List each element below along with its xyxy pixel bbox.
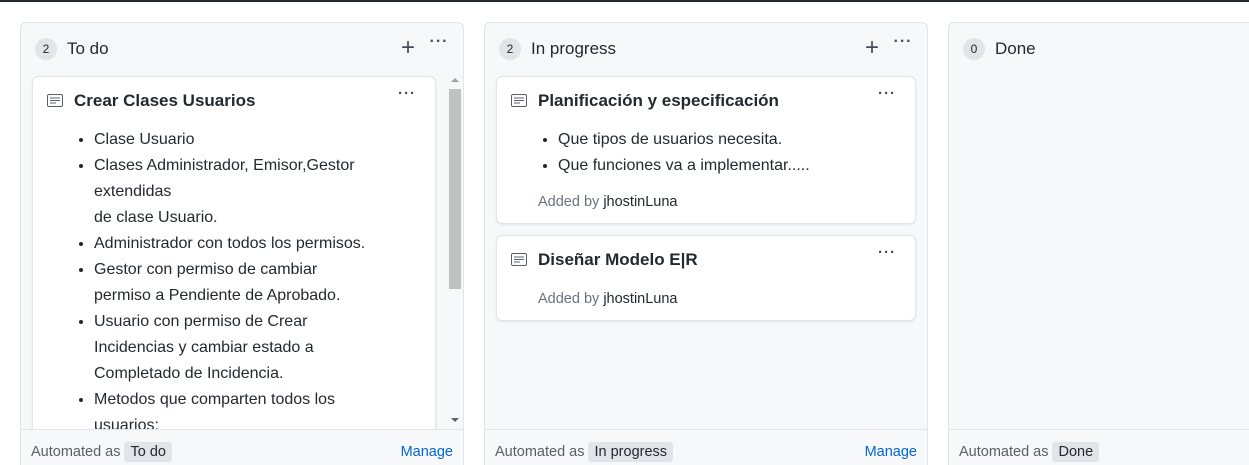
manage-automation-link[interactable]: Manage bbox=[401, 442, 453, 462]
card-menu-kebab-icon[interactable]: ··· bbox=[875, 244, 899, 264]
list-item: Que tipos de usuarios necesita. bbox=[558, 127, 898, 153]
automation-label: Automated as To do bbox=[31, 442, 172, 462]
column-footer: Automated as Done bbox=[949, 429, 1249, 465]
column-to-do: 2 To do + ··· Crear Clases Usuarios ··· … bbox=[20, 22, 464, 465]
column-in-progress: 2 In progress + ··· Planificación y espe… bbox=[484, 22, 928, 465]
automation-label: Automated as Done bbox=[959, 442, 1100, 462]
note-icon bbox=[47, 94, 63, 107]
add-card-plus-icon[interactable]: + bbox=[861, 35, 883, 61]
card-title: Crear Clases Usuarios bbox=[74, 91, 256, 110]
card-count-badge: 0 bbox=[963, 38, 985, 60]
column-title: Done bbox=[995, 39, 1036, 58]
scroll-down-arrow-icon[interactable] bbox=[451, 418, 459, 422]
scroll-thumb[interactable] bbox=[449, 89, 461, 289]
card-note-list: Que tipos de usuarios necesita. Que func… bbox=[538, 127, 898, 179]
automation-label: Automated as In progress bbox=[495, 442, 674, 462]
list-item: Clases Administrador, Emisor,Gestor exte… bbox=[94, 153, 394, 231]
scroll-up-arrow-icon[interactable] bbox=[451, 78, 459, 82]
card-count-badge: 2 bbox=[499, 38, 521, 60]
column-footer: Automated as To do Manage bbox=[21, 429, 463, 465]
column-header: 2 To do + ··· bbox=[21, 23, 463, 75]
column-title: In progress bbox=[531, 39, 617, 58]
top-border bbox=[0, 0, 1249, 2]
note-card[interactable]: Diseñar Modelo E|R ··· Added by jhostinL… bbox=[496, 235, 916, 321]
card-count-badge: 2 bbox=[35, 38, 57, 60]
list-item: Que funciones va a implementar..... bbox=[558, 153, 898, 179]
card-menu-kebab-icon[interactable]: ··· bbox=[875, 85, 899, 105]
automation-badge: In progress bbox=[588, 442, 674, 462]
column-footer: Automated as In progress Manage bbox=[485, 429, 927, 465]
list-item: Administrador con todos los permisos. bbox=[94, 231, 414, 257]
note-card[interactable]: Crear Clases Usuarios ··· Clase Usuario … bbox=[32, 76, 436, 456]
column-header: 0 Done bbox=[949, 23, 1249, 75]
column-menu-kebab-icon[interactable]: ··· bbox=[890, 33, 916, 57]
list-item: Gestor con permiso de cambiarpermiso a P… bbox=[94, 257, 414, 309]
card-title: Diseñar Modelo E|R bbox=[538, 250, 698, 269]
added-by-text: Added by jhostinLuna bbox=[538, 194, 678, 210]
add-card-plus-icon[interactable]: + bbox=[397, 35, 419, 61]
note-icon bbox=[511, 94, 527, 107]
card-menu-kebab-icon[interactable]: ··· bbox=[395, 85, 419, 105]
column-scrollbar[interactable] bbox=[448, 78, 462, 428]
list-item: Usuario con permiso de CrearIncidencias … bbox=[94, 309, 414, 387]
list-item: Clase Usuario bbox=[94, 127, 414, 153]
note-card[interactable]: Planificación y especificación ··· Que t… bbox=[496, 76, 916, 224]
manage-automation-link[interactable]: Manage bbox=[865, 442, 917, 462]
column-menu-kebab-icon[interactable]: ··· bbox=[426, 33, 452, 57]
added-by-text: Added by jhostinLuna bbox=[538, 291, 678, 307]
automation-badge: To do bbox=[124, 442, 172, 462]
card-note-list: Clase Usuario Clases Administrador, Emis… bbox=[74, 127, 414, 439]
author-link[interactable]: jhostinLuna bbox=[603, 291, 677, 307]
automation-badge: Done bbox=[1052, 442, 1100, 462]
author-link[interactable]: jhostinLuna bbox=[603, 194, 677, 210]
card-title: Planificación y especificación bbox=[538, 91, 779, 110]
column-header: 2 In progress + ··· bbox=[485, 23, 927, 75]
column-title: To do bbox=[67, 39, 109, 58]
column-done: 0 Done Automated as Done bbox=[948, 22, 1249, 465]
note-icon bbox=[511, 253, 527, 266]
